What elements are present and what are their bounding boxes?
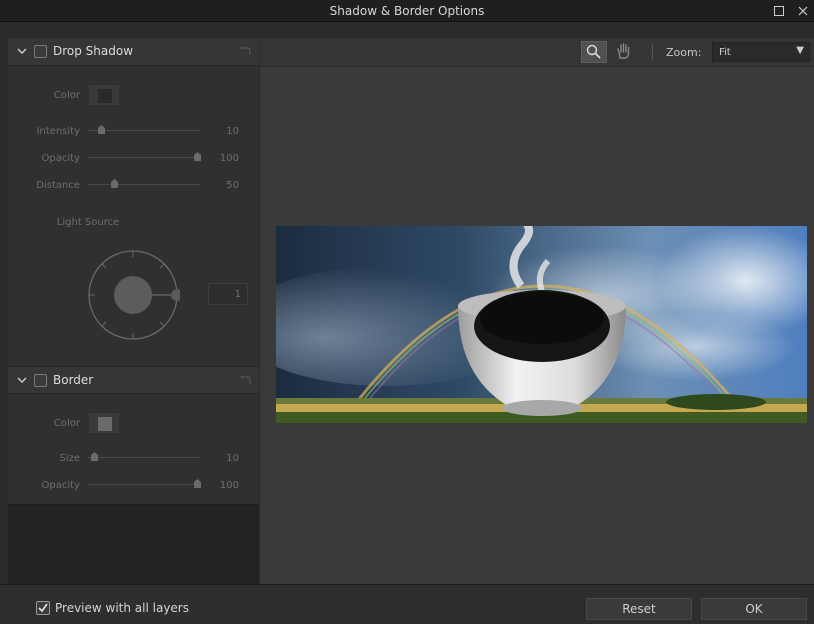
options-panel: Drop Shadow Color Intensity 10 Opacity 1…	[8, 38, 259, 584]
border-size-value: 10	[226, 453, 239, 464]
reset-section-icon[interactable]	[239, 45, 251, 57]
light-source-input[interactable]: 1	[208, 283, 248, 305]
preview-area: Zoom: Fit ▼	[260, 38, 814, 584]
border-opacity-label: Opacity	[41, 480, 80, 491]
shadow-color-chip	[98, 89, 112, 103]
shadow-opacity-value: 100	[219, 153, 239, 164]
zoom-tool-icon	[586, 44, 601, 59]
chevron-down-icon[interactable]	[16, 374, 28, 386]
hand-tool-icon	[617, 43, 630, 59]
zoom-label: Zoom:	[666, 46, 702, 59]
border-opacity-slider[interactable]	[88, 484, 200, 485]
checkmark-icon	[38, 603, 48, 613]
border-size-slider-thumb[interactable]	[91, 452, 98, 461]
dropdown-caret-icon: ▼	[796, 45, 804, 56]
border-header[interactable]: Border	[8, 366, 259, 394]
intensity-value: 10	[226, 126, 239, 137]
drop-shadow-header[interactable]: Drop Shadow	[8, 38, 259, 66]
distance-label: Distance	[36, 180, 80, 191]
zoom-select[interactable]: Fit ▼	[712, 42, 810, 62]
border-opacity-slider-thumb[interactable]	[194, 479, 201, 488]
distance-slider-thumb[interactable]	[111, 179, 118, 188]
drop-shadow-title: Drop Shadow	[53, 44, 134, 58]
title-bar: Shadow & Border Options	[0, 0, 814, 22]
intensity-slider-thumb[interactable]	[98, 125, 105, 134]
maximize-icon[interactable]	[770, 2, 788, 20]
window-title: Shadow & Border Options	[329, 4, 485, 18]
distance-slider[interactable]	[88, 184, 200, 185]
drop-shadow-checkbox[interactable]	[34, 45, 47, 58]
reset-section-icon[interactable]	[239, 374, 251, 386]
border-color-chip	[98, 417, 112, 431]
preview-all-layers-checkbox[interactable]	[36, 601, 50, 615]
light-source-dial[interactable]	[86, 248, 180, 342]
border-color-swatch[interactable]	[88, 412, 120, 434]
reset-button[interactable]: Reset	[586, 598, 692, 620]
preview-all-layers-label[interactable]: Preview with all layers	[55, 601, 189, 615]
border-size-slider[interactable]	[88, 457, 200, 458]
shadow-opacity-slider[interactable]	[88, 157, 200, 158]
hand-tool-button[interactable]	[612, 41, 638, 63]
ok-button[interactable]: OK	[701, 598, 807, 620]
light-source-label: Light Source	[56, 217, 120, 228]
border-title: Border	[53, 373, 94, 387]
chevron-down-icon[interactable]	[16, 45, 28, 57]
zoom-tool-button[interactable]	[581, 41, 607, 63]
preview-toolbar: Zoom: Fit ▼	[260, 38, 814, 67]
border-checkbox[interactable]	[34, 374, 47, 387]
intensity-label: Intensity	[36, 126, 80, 137]
dialog-footer: Preview with all layers Reset OK	[0, 584, 814, 624]
zoom-value: Fit	[719, 47, 731, 58]
shadow-opacity-slider-thumb[interactable]	[194, 152, 201, 161]
border-opacity-value: 100	[219, 480, 239, 491]
border-color-label: Color	[53, 418, 80, 429]
close-icon[interactable]	[794, 2, 812, 20]
distance-value: 50	[226, 180, 239, 191]
panel-empty-area	[8, 504, 259, 584]
preview-image	[276, 226, 807, 423]
shadow-color-label: Color	[53, 90, 80, 101]
border-size-label: Size	[59, 453, 80, 464]
shadow-opacity-label: Opacity	[41, 153, 80, 164]
shadow-color-swatch[interactable]	[88, 84, 120, 106]
toolbar-separator	[652, 44, 653, 60]
